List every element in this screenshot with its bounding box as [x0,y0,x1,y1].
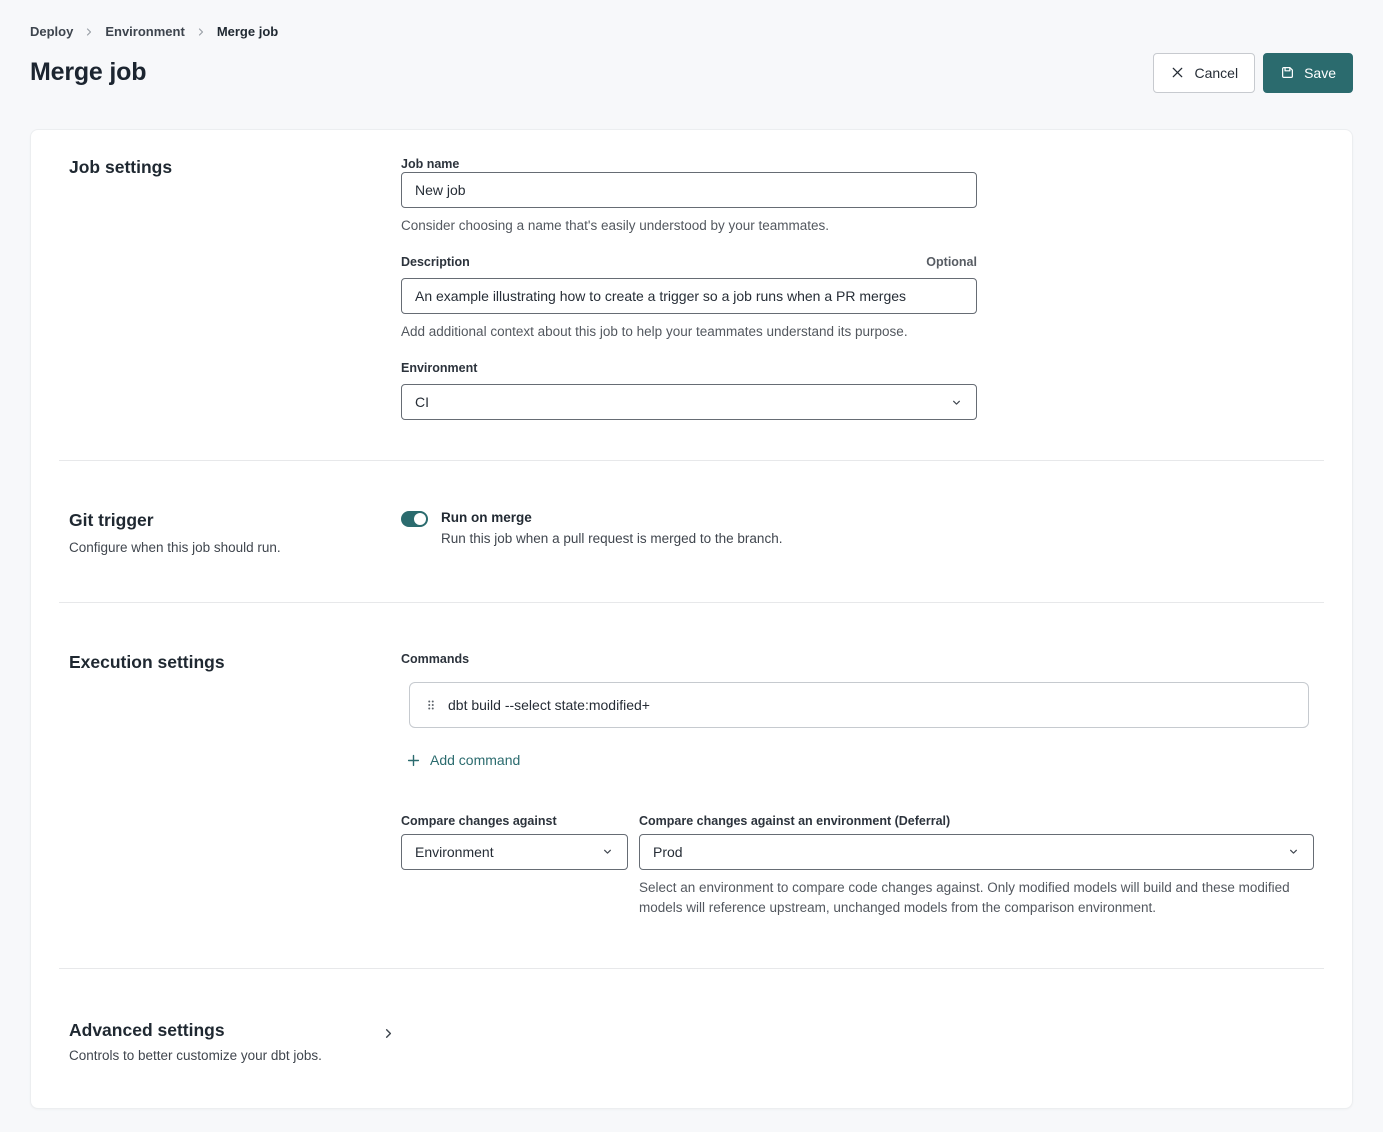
compare-row: Compare changes against Environment Comp… [401,813,1314,918]
run-on-merge-description: Run this job when a pull request is merg… [441,530,782,547]
job-name-field: Job name Consider choosing a name that's… [401,156,977,234]
deferral-field: Compare changes against an environment (… [639,813,1314,918]
deferral-label: Compare changes against an environment (… [639,813,1314,829]
job-name-helper: Consider choosing a name that's easily u… [401,217,977,234]
advanced-settings-expander [381,1019,1314,1064]
execution-settings-heading: Execution settings [69,651,401,673]
chevron-right-icon[interactable] [381,1026,397,1041]
chevron-down-icon [950,396,963,409]
description-helper: Add additional context about this job to… [401,323,977,340]
settings-card: Job settings Job name Consider choosing … [30,129,1353,1109]
close-icon [1170,65,1185,80]
chevron-down-icon [1287,845,1300,858]
command-text[interactable]: dbt build --select state:modified+ [448,697,650,713]
section-execution-settings: Execution settings Commands dbt build --… [31,603,1352,968]
commands-label: Commands [401,651,1314,667]
cancel-button-label: Cancel [1194,66,1238,80]
optional-tag: Optional [926,255,977,269]
toggle-knob [414,513,426,525]
chevron-down-icon [601,845,614,858]
section-git-trigger: Git trigger Configure when this job shou… [31,461,1352,602]
git-trigger-form: Run on merge Run this job when a pull re… [401,509,1314,556]
deferral-select-value: Prod [653,844,683,860]
section-advanced-settings: Advanced settings Controls to better cus… [31,969,1352,1108]
drag-handle-icon[interactable] [424,698,438,712]
compare-against-select[interactable]: Environment [401,834,628,870]
advanced-settings-heading: Advanced settings [69,1019,381,1041]
breadcrumb: Deploy Environment Merge job [30,24,1353,39]
job-settings-form: Job name Consider choosing a name that's… [401,156,977,420]
page-header: Merge job Cancel Save [30,52,1353,93]
deferral-select[interactable]: Prod [639,834,1314,870]
breadcrumb-item-merge-job: Merge job [217,24,278,39]
job-settings-heading: Job settings [69,156,401,178]
add-command-label: Add command [430,752,520,768]
breadcrumb-item-environment[interactable]: Environment [105,24,184,39]
description-label-row: Description Optional [401,254,977,270]
save-button[interactable]: Save [1263,53,1353,93]
cancel-button[interactable]: Cancel [1153,53,1255,93]
chevron-right-icon [83,26,95,38]
page-title: Merge job [30,58,146,87]
section-advanced-settings-left: Advanced settings Controls to better cus… [69,1019,381,1064]
git-trigger-heading: Git trigger [69,509,401,531]
run-on-merge-label: Run on merge [441,509,782,526]
environment-label: Environment [401,360,977,376]
add-command-button[interactable]: Add command [406,752,520,768]
run-on-merge-toggle[interactable] [401,511,428,527]
compare-against-select-value: Environment [415,844,494,860]
compare-against-label: Compare changes against [401,813,628,829]
header-actions: Cancel Save [1153,53,1353,93]
execution-settings-form: Commands dbt build --select state:modifi… [401,651,1314,918]
command-row[interactable]: dbt build --select state:modified+ [409,682,1309,728]
plus-icon [406,753,421,768]
job-name-input[interactable] [401,172,977,208]
compare-against-field: Compare changes against Environment [401,813,628,918]
environment-select[interactable]: CI [401,384,977,420]
description-label: Description [401,254,470,270]
run-on-merge-text: Run on merge Run this job when a pull re… [441,509,782,547]
section-job-settings-left: Job settings [69,156,401,420]
save-button-label: Save [1304,66,1336,80]
run-on-merge-row: Run on merge Run this job when a pull re… [401,509,1314,547]
save-icon [1280,65,1295,80]
environment-select-value: CI [415,394,429,410]
description-field: Description Optional Add additional cont… [401,254,977,340]
breadcrumb-item-deploy[interactable]: Deploy [30,24,73,39]
environment-field: Environment CI [401,360,977,420]
advanced-settings-description: Controls to better customize your dbt jo… [69,1047,381,1064]
page: Deploy Environment Merge job Merge job C… [0,0,1383,1109]
chevron-right-icon [195,26,207,38]
deferral-helper: Select an environment to compare code ch… [639,878,1294,918]
job-name-label: Job name [401,156,977,172]
section-job-settings: Job settings Job name Consider choosing … [31,130,1352,460]
description-input[interactable] [401,278,977,314]
section-git-trigger-left: Git trigger Configure when this job shou… [69,509,401,556]
git-trigger-description: Configure when this job should run. [69,539,401,556]
section-execution-settings-left: Execution settings [69,651,401,918]
